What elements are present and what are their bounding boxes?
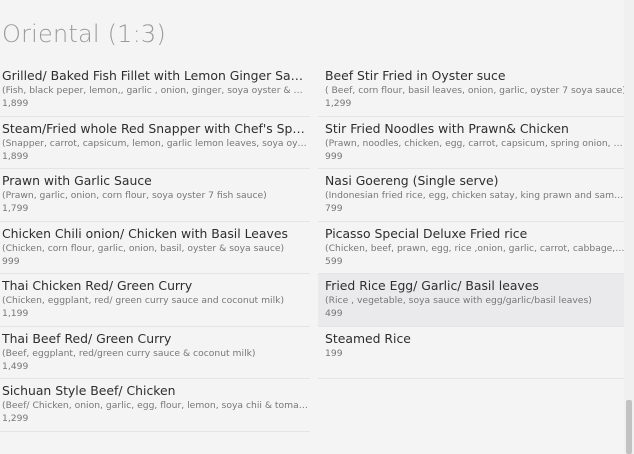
menu-item-description: (Indonesian fried rice, egg, chicken sat… bbox=[325, 190, 626, 201]
menu-item[interactable]: Beef Stir Fried in Oyster suce ( Beef, c… bbox=[318, 64, 628, 117]
menu-item[interactable]: Nasi Goereng (Single serve) (Indonesian … bbox=[318, 169, 628, 222]
menu-item-description: (Beef/ Chicken, onion, garlic, egg, flou… bbox=[2, 400, 308, 411]
menu-item[interactable]: Chicken Chili onion/ Chicken with Basil … bbox=[0, 222, 310, 274]
menu-item[interactable]: Steamed Rice 199 bbox=[318, 327, 628, 379]
menu-column-left: Grilled/ Baked Fish Fillet with Lemon Gi… bbox=[0, 64, 310, 432]
menu-item-name: Thai Beef Red/ Green Curry bbox=[2, 330, 172, 346]
menu-item-price: 199 bbox=[325, 347, 343, 359]
menu-item-name: Fried Rice Egg/ Garlic/ Basil leaves bbox=[325, 278, 539, 293]
menu-item[interactable]: Grilled/ Baked Fish Fillet with Lemon Gi… bbox=[0, 64, 310, 117]
menu-item-description: (Prawn, noodles, chicken, egg, carrot, c… bbox=[325, 137, 626, 149]
menu-item-name: Stir Fried Noodles with Prawn& Chicken bbox=[325, 120, 569, 136]
menu-item-price: 1,899 bbox=[2, 98, 29, 109]
menu-item-description: (Prawn, garlic, onion, corn flour, soya … bbox=[2, 190, 267, 201]
menu-item-price: 1,799 bbox=[2, 203, 29, 214]
menu-column-right: Beef Stir Fried in Oyster suce ( Beef, c… bbox=[318, 64, 628, 379]
menu-item[interactable]: Thai Chicken Red/ Green Curry (Chicken, … bbox=[0, 274, 310, 327]
menu-item-name: Chicken Chili onion/ Chicken with Basil … bbox=[2, 225, 288, 241]
menu-item[interactable]: Thai Beef Red/ Green Curry (Beef, eggpla… bbox=[0, 327, 310, 379]
menu-item[interactable]: Steam/Fried whole Red Snapper with Chef'… bbox=[0, 117, 310, 169]
menu-item-price: 1,899 bbox=[2, 150, 29, 162]
menu-item-name: Steamed Rice bbox=[325, 330, 411, 346]
menu-item-name: Nasi Goereng (Single serve) bbox=[325, 173, 499, 188]
menu-item-description: ( Beef, corn flour, basil leaves, onion,… bbox=[325, 85, 626, 96]
menu-item-description: (Snapper, carrot, capsicum, lemon, garli… bbox=[2, 137, 308, 149]
menu-item-description: (Chicken, beef, prawn, egg, rice ,onion,… bbox=[325, 242, 626, 254]
menu-item-name: Sichuan Style Beef/ Chicken bbox=[2, 383, 176, 398]
section-title: Oriental (1:3) bbox=[2, 20, 166, 48]
menu-item[interactable]: Sichuan Style Beef/ Chicken (Beef/ Chick… bbox=[0, 379, 310, 432]
menu-item-price: 1,499 bbox=[2, 360, 29, 372]
menu-item-price: 599 bbox=[325, 255, 343, 267]
menu-item-name: Prawn with Garlic Sauce bbox=[2, 173, 152, 188]
menu-item-price: 999 bbox=[2, 255, 20, 267]
menu-item-price: 1,199 bbox=[2, 308, 29, 319]
menu-item-price: 999 bbox=[325, 150, 343, 162]
menu-item-price: 1,299 bbox=[2, 413, 29, 424]
menu-item-description: (Beef, eggplant, red/green curry sauce &… bbox=[2, 347, 256, 359]
scrollbar-thumb[interactable] bbox=[626, 400, 632, 454]
menu-item-description: (Rice , vegetable, soya sauce with egg/g… bbox=[325, 295, 592, 306]
menu-item[interactable]: Fried Rice Egg/ Garlic/ Basil leaves (Ri… bbox=[318, 274, 628, 327]
menu-item-price: 499 bbox=[325, 308, 343, 319]
scrollbar[interactable] bbox=[624, 0, 634, 454]
menu-item-description: (Fish, black peper, lemon,, garlic , oni… bbox=[2, 85, 308, 96]
menu-item-description: (Chicken, eggplant, red/ green curry sau… bbox=[2, 295, 285, 306]
menu-item-price: 1,299 bbox=[325, 98, 352, 109]
menu-item-name: Beef Stir Fried in Oyster suce bbox=[325, 68, 506, 83]
menu-item-price: 799 bbox=[325, 203, 343, 214]
menu-item-name: Steam/Fried whole Red Snapper with Chef'… bbox=[2, 120, 308, 136]
menu-item-name: Thai Chicken Red/ Green Curry bbox=[2, 278, 193, 293]
menu-item-name: Grilled/ Baked Fish Fillet with Lemon Gi… bbox=[2, 68, 308, 83]
menu-item-description: (Chicken, corn flour, garlic, onion, bas… bbox=[2, 242, 285, 254]
menu-item[interactable]: Picasso Special Deluxe Fried rice (Chick… bbox=[318, 222, 628, 274]
menu-item[interactable]: Stir Fried Noodles with Prawn& Chicken (… bbox=[318, 117, 628, 169]
menu-item[interactable]: Prawn with Garlic Sauce (Prawn, garlic, … bbox=[0, 169, 310, 222]
menu-item-name: Picasso Special Deluxe Fried rice bbox=[325, 225, 528, 241]
